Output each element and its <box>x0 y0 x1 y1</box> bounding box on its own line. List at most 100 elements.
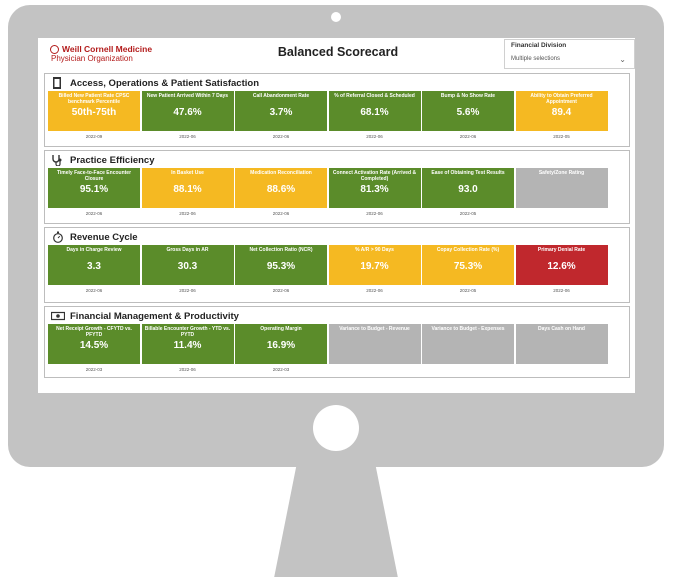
kpi-tile[interactable]: Primary Denial Rate 12.6% <box>515 245 608 285</box>
section-title-text: Practice Efficiency <box>70 154 155 166</box>
kpi-label: Variance to Budget - Expenses <box>431 326 505 332</box>
kpi-value: 3.7% <box>269 107 293 118</box>
kpi-label: Net Collection Ratio (NCR) <box>249 247 313 253</box>
kpi-tile[interactable]: Medication Reconciliation 88.6% <box>235 168 327 208</box>
kpi-date: 2022-03 <box>272 367 290 372</box>
kpi-date: 2022-06 <box>553 288 570 293</box>
kpi-date: 2022-06 <box>179 288 196 293</box>
stethoscope-icon <box>52 155 62 166</box>
kpi-date: 2022-06 <box>272 211 290 216</box>
kpi-tile[interactable]: Billable Encounter Growth - YTD vs. PYTD… <box>141 324 234 364</box>
seal-icon <box>50 44 59 54</box>
section-title-text: Financial Management & Productivity <box>70 310 239 322</box>
kpi-tile[interactable]: Ability to Obtain Preferred Appointment 8… <box>515 91 608 131</box>
kpi-date: 2022-06 <box>366 211 383 216</box>
kpi-date: 2022-06 <box>85 288 103 293</box>
logo-subtitle: Physician Organization <box>51 54 133 63</box>
page-title: Balanced Scorecard <box>277 45 399 59</box>
kpi-value: 88.1% <box>173 184 202 195</box>
kpi-tile[interactable]: % A/R > 90 Days 19.7% <box>328 245 421 285</box>
kpi-label: % of Referral Closed & Scheduled <box>334 93 415 99</box>
kpi-label: Timely Face-to-Face Encounter Closure <box>56 170 132 182</box>
kpi-value: 88.6% <box>266 184 296 195</box>
kpi-tile[interactable]: Ease of Obtaining Test Results 93.0 <box>422 168 514 208</box>
financial-division-filter[interactable]: Financial Division Multiple selections ⌄ <box>504 39 635 69</box>
kpi-tile[interactable]: Connect Activation Rate (Arrived & Compl… <box>328 168 421 208</box>
section-title: Financial Management & Productivity <box>51 310 239 322</box>
kpi-tile[interactable]: Days in Charge Review 3.3 <box>48 245 140 285</box>
kpi-value: 12.6% <box>547 261 576 272</box>
kpi-tile[interactable]: Operating Margin 16.9% <box>235 324 327 364</box>
kpi-label: % A/R > 90 Days <box>355 247 394 253</box>
kpi-value: 16.9% <box>266 340 296 351</box>
kpi-tile[interactable]: Billed New Patient Rate CPSC benchmark P… <box>48 91 140 131</box>
kpi-date: 2022-06 <box>366 134 383 139</box>
kpi-date: 2022-06 <box>366 288 383 293</box>
kpi-label: Billed New Patient Rate CPSC benchmark P… <box>58 93 130 105</box>
kpi-label: Copay Collection Rate (%) <box>436 247 500 253</box>
kpi-label: Medication Reconciliation <box>250 170 312 176</box>
kpi-date: 2022-06 <box>85 211 103 216</box>
clipboard-icon <box>53 77 61 89</box>
kpi-tile[interactable]: New Patient Arrived Within 7 Days 47.6% <box>141 91 234 131</box>
kpi-label: Operating Margin <box>260 326 302 332</box>
scorecard-section: Access, Operations & Patient Satisfactio… <box>44 73 630 147</box>
kpi-value: 95.1% <box>79 184 109 195</box>
filter-label: Financial Division <box>511 42 567 49</box>
kpi-value: 93.0 <box>458 184 478 195</box>
chevron-down-icon[interactable]: ⌄ <box>619 55 626 64</box>
kpi-date: 2022-05 <box>553 134 570 139</box>
kpi-date: 2022-03 <box>85 367 103 372</box>
kpi-tile[interactable]: Variance to Budget - Expenses <box>422 324 514 364</box>
kpi-date: 2022-05 <box>459 211 477 216</box>
kpi-tile[interactable]: In Basket Use 88.1% <box>141 168 234 208</box>
kpi-label: Days Cash on Hand <box>538 326 585 332</box>
kpi-label: Days in Charge Review <box>66 247 122 253</box>
scorecard-section: Practice Efficiency Timely Face-to-Face E… <box>44 150 630 224</box>
money-icon <box>51 311 65 321</box>
power-button-icon <box>313 405 359 451</box>
kpi-label: Gross Days in AR <box>166 247 209 253</box>
kpi-value: 68.1% <box>360 107 389 118</box>
kpi-tile[interactable]: Call Abandonment Rate 3.7% <box>235 91 327 131</box>
camera-dot <box>331 12 341 22</box>
monitor-illustration: Weill Cornell Medicine Physician Organiz… <box>0 0 673 577</box>
kpi-label: Net Receipt Growth - CFYTD vs. PFYTD <box>56 326 132 338</box>
stopwatch-icon <box>53 231 63 243</box>
kpi-value: 81.3% <box>360 184 389 195</box>
kpi-value: 95.3% <box>266 261 296 272</box>
kpi-value: 5.6% <box>456 107 480 118</box>
kpi-tile[interactable]: Copay Collection Rate (%) 75.3% <box>422 245 514 285</box>
dashboard-header: Weill Cornell Medicine Physician Organiz… <box>38 38 635 72</box>
kpi-label: New Patient Arrived Within 7 Days <box>146 93 229 99</box>
section-title-text: Access, Operations & Patient Satisfactio… <box>70 77 260 89</box>
section-title-text: Revenue Cycle <box>70 231 138 243</box>
kpi-value: 3.3 <box>87 261 101 272</box>
kpi-value: 50th-75th <box>71 107 117 118</box>
kpi-label: Variance to Budget - Revenue <box>339 326 410 332</box>
kpi-label: In Basket Use <box>171 170 204 176</box>
kpi-date: 2022-05 <box>459 288 477 293</box>
kpi-tile[interactable]: Days Cash on Hand <box>515 324 608 364</box>
kpi-tile[interactable]: Timely Face-to-Face Encounter Closure 95.… <box>48 168 140 208</box>
kpi-date: 2022-06 <box>179 367 196 372</box>
kpi-value: 11.4% <box>173 340 202 351</box>
kpi-date: 2022-06 <box>272 288 290 293</box>
kpi-tile[interactable]: Gross Days in AR 30.3 <box>141 245 234 285</box>
dashboard-screen: Weill Cornell Medicine Physician Organiz… <box>38 38 635 393</box>
kpi-tile[interactable]: % of Referral Closed & Scheduled 68.1% <box>328 91 421 131</box>
kpi-label: Safety/Zone Rating <box>538 170 585 176</box>
kpi-date: 2022-09 <box>85 134 103 139</box>
kpi-tile[interactable]: Bump & No Show Rate 5.6% <box>422 91 514 131</box>
kpi-tile[interactable]: Net Collection Ratio (NCR) 95.3% <box>235 245 327 285</box>
section-title: Revenue Cycle <box>51 231 138 243</box>
filter-value[interactable]: Multiple selections <box>511 56 560 62</box>
kpi-value: 14.5% <box>79 340 109 351</box>
kpi-tile[interactable]: Variance to Budget - Revenue <box>328 324 421 364</box>
kpi-value: 47.6% <box>173 107 202 118</box>
logo: Weill Cornell Medicine Physician Organiz… <box>50 44 180 63</box>
kpi-date: 2022-06 <box>179 134 196 139</box>
kpi-date: 2022-06 <box>459 134 477 139</box>
kpi-tile[interactable]: Net Receipt Growth - CFYTD vs. PFYTD 14.5… <box>48 324 140 364</box>
kpi-tile[interactable]: Safety/Zone Rating <box>515 168 608 208</box>
